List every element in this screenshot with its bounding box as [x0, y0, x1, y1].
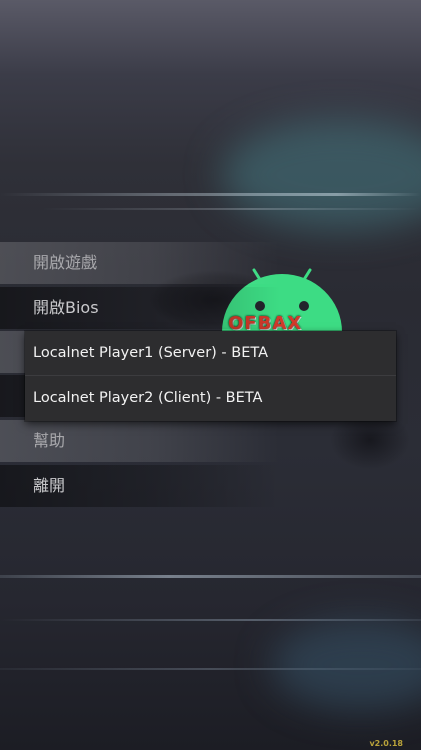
- light-streak: [0, 208, 421, 210]
- light-streak: [0, 668, 421, 670]
- popup-option-player1-server[interactable]: Localnet Player1 (Server) - BETA: [25, 331, 396, 375]
- background-glow: [221, 120, 421, 230]
- menu-item-label: 開啟遊戲: [33, 253, 98, 272]
- background-glow: [271, 620, 421, 710]
- light-streak: [0, 575, 421, 578]
- menu-item-label: 幫助: [33, 431, 66, 450]
- menu-item-exit[interactable]: 離開: [0, 465, 280, 507]
- light-streak: [0, 619, 421, 621]
- menu-item-label: 離開: [33, 476, 66, 495]
- light-streak: [0, 193, 421, 196]
- menu-item-help[interactable]: 幫助: [0, 420, 280, 462]
- menu-item-open-bios[interactable]: 開啟Bios: [0, 287, 280, 329]
- netplay-popup-menu: Localnet Player1 (Server) - BETA Localne…: [25, 331, 396, 421]
- version-label: v2.0.18: [369, 739, 403, 748]
- menu-item-label: 開啟Bios: [33, 298, 99, 317]
- popup-option-player2-client[interactable]: Localnet Player2 (Client) - BETA: [25, 376, 396, 420]
- menu-item-open-game[interactable]: 開啟遊戲: [0, 242, 280, 284]
